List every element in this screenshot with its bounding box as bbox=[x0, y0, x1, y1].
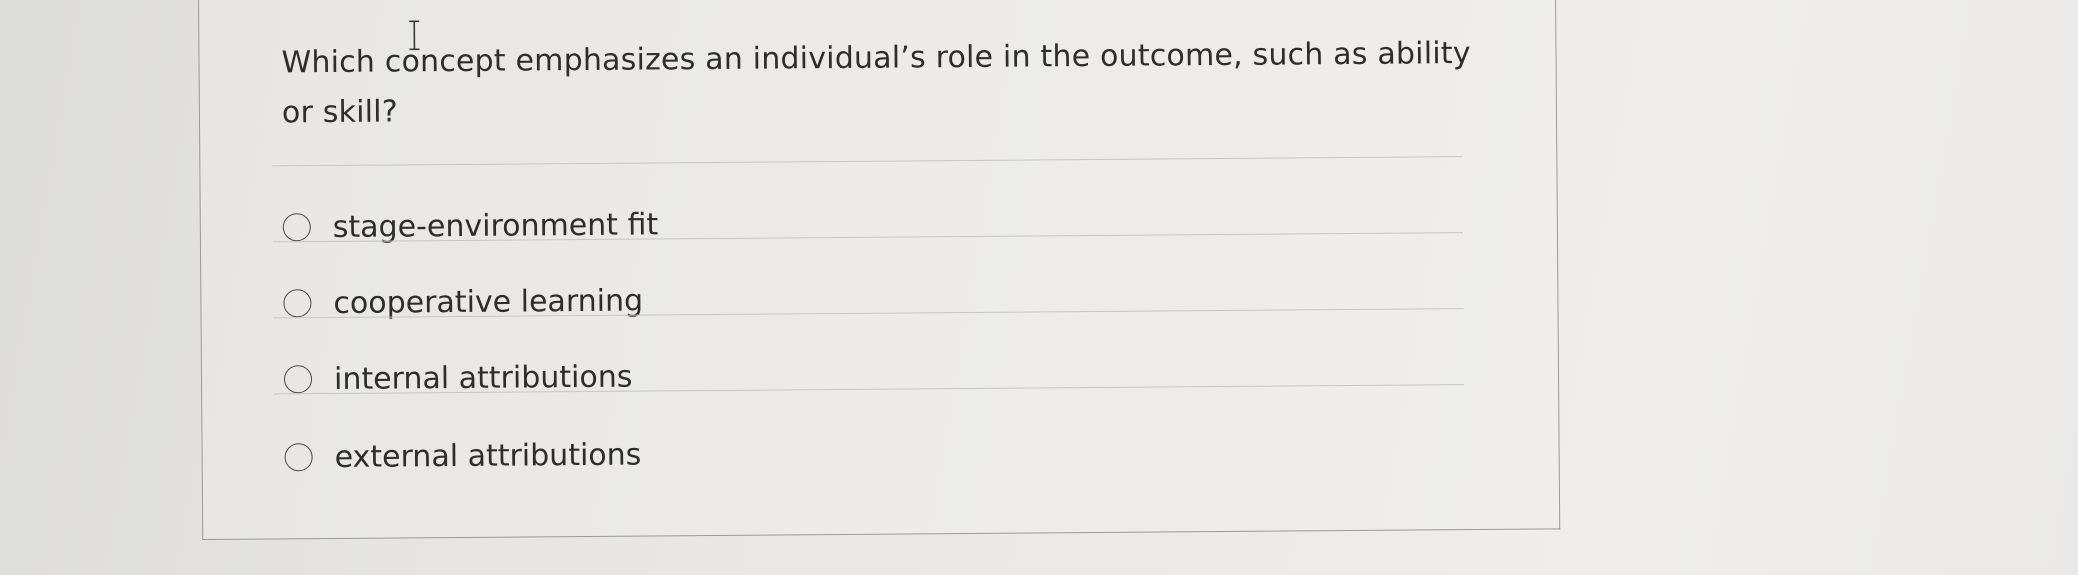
question-divider bbox=[272, 156, 1463, 167]
radio-button[interactable] bbox=[284, 443, 313, 472]
radio-button[interactable] bbox=[283, 289, 312, 318]
radio-button[interactable] bbox=[283, 365, 313, 394]
option-label: external attributions bbox=[334, 437, 642, 475]
text-cursor-icon bbox=[409, 20, 420, 51]
option-external-attributions[interactable]: external attributions bbox=[284, 435, 641, 478]
question-text: Which concept emphasizes an individual’s… bbox=[281, 36, 1471, 131]
question-card: Which concept emphasizes an individual’s… bbox=[198, 0, 1561, 540]
radio-button[interactable] bbox=[282, 213, 311, 242]
